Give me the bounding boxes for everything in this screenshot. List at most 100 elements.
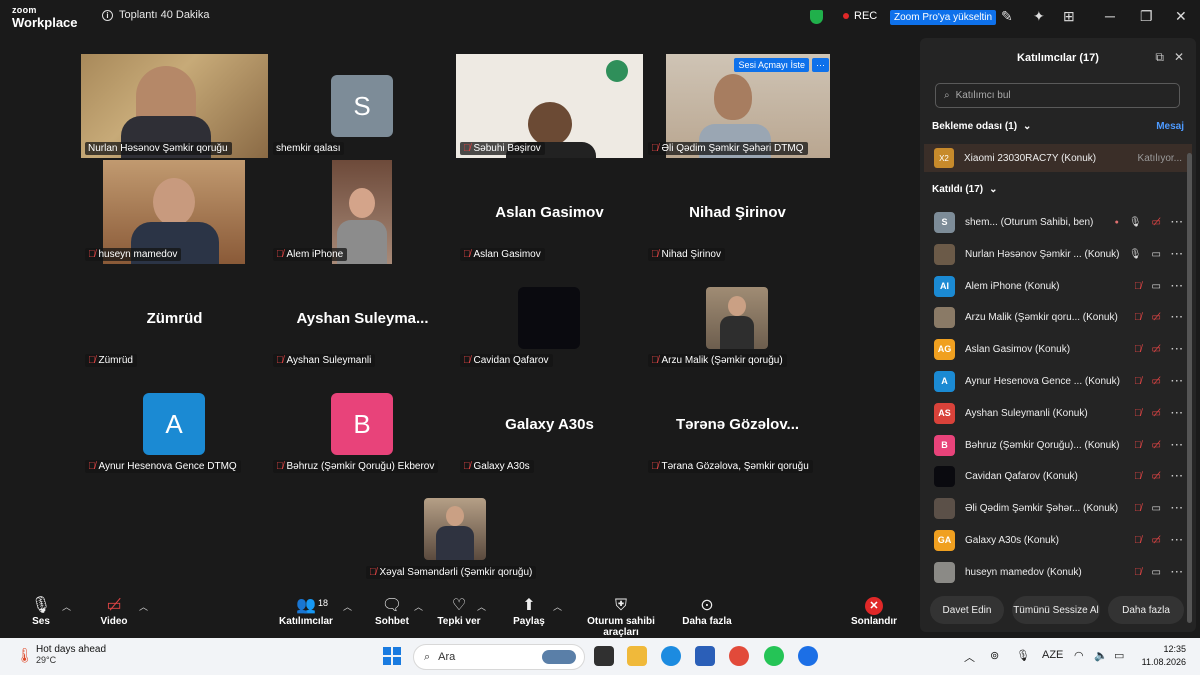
participant-row[interactable]: Nurlan Həsənov Şəmkir ... (Konuk) 🎙 ▭ ··· — [924, 238, 1184, 270]
panel-more-button[interactable]: Daha fazla — [1108, 596, 1184, 624]
video-tile[interactable]: Zümrüd 🎙̸ Zümrüd — [81, 266, 268, 370]
close-icon[interactable]: ✕ — [1175, 8, 1187, 25]
store-icon[interactable] — [695, 646, 715, 666]
participant-row[interactable]: huseyn mamedov (Konuk) 🎙̸ ▭ ··· — [924, 556, 1184, 588]
mic-off-icon[interactable]: 🎙̸ — [1134, 471, 1142, 482]
ask-to-unmute-button[interactable]: Sesi Açmayı İste — [734, 58, 809, 72]
minimize-icon[interactable]: ─ — [1105, 8, 1115, 24]
camera-off-icon[interactable]: ▭̸ — [1152, 217, 1161, 228]
video-tile[interactable]: Sesi Açmayı İste ··· 🎙̸ Əli Qədim Şəmkir … — [644, 54, 831, 158]
start-button[interactable] — [383, 647, 401, 665]
panel-scrollbar[interactable] — [1187, 153, 1192, 623]
participant-row[interactable]: B Bəhruz (Şəmkir Qoruğu)... (Konuk) 🎙̸ ▭̸ ··… — [924, 429, 1184, 461]
share-caret-icon[interactable]: ︿ — [553, 600, 562, 613]
share-button[interactable]: ⬆ Paylaş — [512, 596, 546, 627]
chat-caret-icon[interactable]: ︿ — [414, 600, 423, 613]
camera-icon[interactable]: ▭ — [1152, 503, 1161, 514]
whatsapp-icon[interactable] — [764, 646, 784, 666]
react-caret-icon[interactable]: ︿ — [477, 600, 486, 613]
wifi-icon[interactable]: ◠ — [1074, 649, 1084, 662]
participant-row[interactable]: AS Ayshan Suleymanli (Konuk) 🎙̸ ▭̸ ··· — [924, 397, 1184, 429]
camera-off-icon[interactable]: ▭̸ — [1152, 312, 1161, 323]
mic-off-icon[interactable]: 🎙̸ — [1134, 503, 1142, 514]
video-tile[interactable]: 🎙̸ Xəyal Səməndərli (Şəmkir qoruğu) — [362, 478, 549, 582]
participants-caret-icon[interactable]: ︿ — [343, 600, 352, 613]
camera-off-icon[interactable]: ▭̸ — [1152, 376, 1161, 387]
video-tile[interactable]: Nihad Şirinov 🎙̸ Nihad Şirinov — [644, 160, 831, 264]
camera-off-icon[interactable]: ▭̸ — [1152, 471, 1161, 482]
edge-browser-icon[interactable] — [661, 646, 681, 666]
camera-off-icon[interactable]: ▭̸ — [1152, 535, 1161, 546]
participant-more-icon[interactable]: ··· — [1171, 249, 1184, 260]
battery-icon[interactable]: ▭ — [1114, 649, 1124, 662]
camera-off-icon[interactable]: ▭̸ — [1152, 408, 1161, 419]
mic-off-icon[interactable]: 🎙̸ — [1134, 312, 1142, 323]
participant-more-icon[interactable]: ··· — [1171, 440, 1184, 451]
video-tile[interactable]: B 🎙̸ Bəhruz (Şəmkir Qoruğu) Ekberov — [269, 372, 456, 476]
security-shield-icon[interactable] — [810, 10, 823, 24]
participant-row[interactable]: GA Galaxy A30s (Konuk) 🎙̸ ▭̸ ··· — [924, 524, 1184, 556]
recording-indicator[interactable]: REC — [843, 10, 877, 22]
camera-off-icon[interactable]: ▭̸ — [1152, 344, 1161, 355]
video-tile[interactable]: Galaxy A30s 🎙̸ Galaxy A30s — [456, 372, 643, 476]
restore-icon[interactable]: ❐ — [1140, 8, 1153, 25]
mic-off-icon[interactable]: 🎙̸ — [1134, 408, 1142, 419]
zoom-app-icon[interactable] — [798, 646, 818, 666]
mute-all-button[interactable]: Tümünü Sessize Al — [1012, 596, 1100, 624]
waiting-room-header[interactable]: Bekleme odası (1) ⌄ — [932, 121, 1031, 132]
participant-row[interactable]: Əli Qədim Şəmkir Şəhər... (Konuk) 🎙̸ ▭ ··· — [924, 492, 1184, 524]
meeting-timer[interactable]: i Toplantı 40 Dakika — [102, 9, 210, 21]
participant-row[interactable]: Arzu Malik (Şəmkir qoru... (Konuk) 🎙̸ ▭̸ ··… — [924, 301, 1184, 333]
participant-more-icon[interactable]: ··· — [1171, 312, 1184, 323]
waiting-participant-row[interactable]: X2 Xiaomi 23030RAC7Y (Konuk) Katılıyor..… — [924, 144, 1192, 172]
participant-more-icon[interactable]: ··· — [1171, 408, 1184, 419]
mic-icon[interactable]: 🎙 — [1129, 217, 1142, 228]
tile-more-button[interactable]: ··· — [812, 58, 829, 72]
participant-more-icon[interactable]: ··· — [1171, 535, 1184, 546]
participant-row[interactable]: AI Alem iPhone (Konuk) 🎙̸ ▭ ··· — [924, 270, 1184, 302]
participant-row[interactable]: Sshem... (Oturum Sahibi, ben) ● 🎙 ▭̸ ··· — [924, 206, 1184, 238]
mic-off-icon[interactable]: 🎙̸ — [1134, 535, 1142, 546]
participant-more-icon[interactable]: ··· — [1171, 376, 1184, 387]
mic-off-icon[interactable]: 🎙̸ — [1134, 440, 1142, 451]
panel-close-icon[interactable]: ✕ — [1174, 50, 1184, 65]
video-tile[interactable]: A 🎙̸ Aynur Hesenova Gence DTMQ — [81, 372, 268, 476]
participants-button[interactable]: 👥 18 Katılımcılar — [278, 596, 334, 627]
more-button[interactable]: ⊙ Daha fazla — [682, 596, 732, 627]
tray-mic-icon[interactable]: 🎙 — [1016, 649, 1030, 662]
language-indicator[interactable]: AZE — [1042, 649, 1063, 661]
mic-off-icon[interactable]: 🎙̸ — [1134, 376, 1142, 387]
video-button[interactable]: ▭̸ Video — [98, 596, 130, 627]
mic-icon[interactable]: 🎙 — [1129, 249, 1142, 260]
apps-grid-icon[interactable]: ⊞ — [1063, 8, 1075, 25]
react-button[interactable]: ♡ Tepki ver — [437, 596, 481, 627]
video-tile[interactable]: Ayshan Suleyma... 🎙̸ Ayshan Suleymanli — [269, 266, 456, 370]
weather-widget[interactable]: 🌡 Hot days ahead 29°C — [16, 644, 106, 665]
annotate-icon[interactable]: ✎ — [1001, 8, 1013, 25]
video-options-caret-icon[interactable]: ︿ — [139, 600, 148, 613]
sparkle-icon[interactable]: ✦ — [1033, 8, 1045, 25]
video-tile[interactable]: Tərənə Gözəlov... 🎙̸ Tərana Gözəlova, Şəm… — [644, 372, 831, 476]
host-tools-button[interactable]: ⛨ Oturum sahibi araçları — [572, 596, 670, 638]
camera-icon[interactable]: ▭ — [1152, 567, 1161, 578]
participant-row[interactable]: A Aynur Hesenova Gence ... (Konuk) 🎙̸ ▭̸ ··· — [924, 365, 1184, 397]
video-tile[interactable]: 🎙̸ Alem iPhone — [269, 160, 456, 264]
task-view-icon[interactable] — [594, 646, 614, 666]
invite-button[interactable]: Davet Edin — [930, 596, 1004, 624]
video-tile[interactable]: S shemkir qalası — [269, 54, 456, 158]
upgrade-button[interactable]: Zoom Pro'ya yükseltin — [890, 10, 997, 25]
popout-icon[interactable]: ⧉ — [1155, 50, 1164, 65]
camera-off-icon[interactable]: ▭̸ — [1152, 440, 1161, 451]
video-tile[interactable]: 🎙̸ huseyn mamedov — [81, 160, 268, 264]
end-meeting-button[interactable]: ✕ Sonlandır — [850, 596, 898, 627]
system-clock[interactable]: 12:35 11.08.2026 — [1142, 643, 1186, 669]
taskbar-search[interactable]: ⌕ Ara — [413, 644, 585, 670]
participant-more-icon[interactable]: ··· — [1171, 567, 1184, 578]
video-tile[interactable]: 🎙̸ Səbuhi Bəşirov — [456, 54, 643, 158]
video-tile[interactable]: 🎙̸ Cavidan Qafarov — [456, 266, 643, 370]
chat-button[interactable]: 🗨 Sohbet — [374, 596, 410, 627]
meet-now-icon[interactable]: ⊚ — [990, 649, 999, 662]
participant-row[interactable]: Cavidan Qafarov (Konuk) 🎙̸ ▭̸ ··· — [924, 460, 1184, 492]
message-link[interactable]: Mesaj — [1156, 121, 1184, 132]
video-tile[interactable]: Aslan Gasimov 🎙̸ Aslan Gasimov — [456, 160, 643, 264]
